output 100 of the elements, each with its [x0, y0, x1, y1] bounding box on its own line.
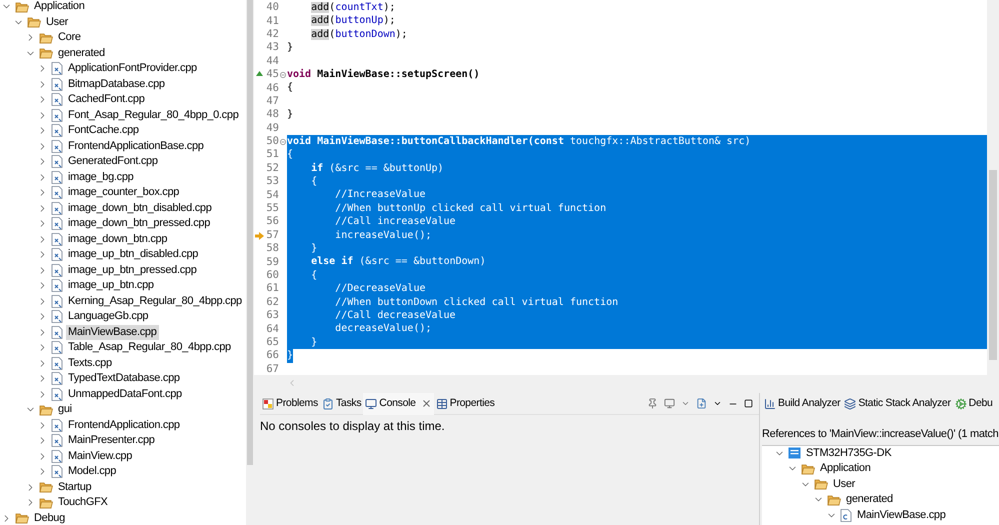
tree-item[interactable]: image_bg.cpp — [66, 170, 136, 185]
tree-item[interactable]: Application — [32, 0, 87, 14]
stack-icon — [844, 398, 856, 410]
line-number: 58 — [266, 242, 279, 256]
tree-item[interactable]: MainPresenter.cpp — [66, 433, 157, 448]
tree-item[interactable]: UnmappedDataFont.cpp — [66, 386, 184, 402]
view-tab[interactable]: Problems — [260, 392, 320, 414]
tree-item[interactable]: MainViewBase.cpp — [66, 324, 159, 340]
source-file-icon — [51, 465, 63, 478]
tree-item[interactable]: generated — [844, 492, 895, 508]
line-number: 44 — [266, 54, 279, 68]
tree-item[interactable]: image_down_btn_disabled.cpp — [66, 200, 214, 216]
display-icon[interactable] — [664, 398, 675, 409]
tree-item[interactable]: User — [44, 14, 70, 30]
line-number: 67 — [266, 362, 279, 375]
tree-item[interactable]: Table_Asap_Regular_80_4bpp.cpp — [66, 340, 233, 356]
tree-item[interactable]: CachedFont.cpp — [66, 92, 147, 108]
tree-item[interactable]: LanguageGb.cpp — [66, 309, 150, 324]
close-icon[interactable] — [420, 398, 432, 409]
code-line: //When buttonUp clicked call virtual function — [334, 202, 606, 216]
source-file-icon — [51, 217, 63, 230]
line-number: 50 — [266, 135, 279, 148]
source-file-icon — [51, 294, 63, 308]
code-line: } — [287, 108, 294, 122]
view-tab[interactable]: Static Stack Analyzer — [842, 393, 953, 415]
source-file-icon — [51, 170, 63, 184]
fold-icon[interactable] — [280, 138, 286, 145]
tree-item[interactable]: Font_Asap_Regular_80_4bpp_0.cpp — [66, 108, 241, 123]
tree-item[interactable]: Texts.cpp — [66, 356, 114, 371]
folder-icon — [39, 47, 53, 60]
pin-icon[interactable] — [647, 398, 658, 409]
view-tab[interactable]: Console — [363, 392, 434, 414]
tree-item[interactable]: Startup — [56, 480, 94, 495]
scrollbar-thumb[interactable] — [247, 0, 253, 465]
source-file-icon — [51, 372, 63, 386]
tree-item[interactable]: image_counter_box.cpp — [66, 185, 182, 200]
tree-item[interactable]: FrontendApplicationBase.cpp — [66, 138, 206, 154]
tree-item[interactable]: STM32H735G-DK — [804, 446, 894, 461]
source-file-icon — [51, 388, 63, 401]
tree-item[interactable]: generated — [56, 46, 107, 61]
source-file-icon — [840, 508, 852, 522]
scrollbar-thumb[interactable] — [989, 170, 997, 360]
tree-item[interactable]: MainView.cpp — [66, 448, 134, 464]
tree-item[interactable]: image_down_btn.cpp — [66, 232, 170, 247]
line-number: 47 — [266, 94, 279, 108]
tree-item[interactable]: image_up_btn_disabled.cpp — [66, 247, 200, 262]
tree-item[interactable]: image_up_btn.cpp — [66, 278, 156, 294]
tree-item[interactable]: GeneratedFont.cpp — [66, 154, 160, 170]
tree-item[interactable]: image_up_btn_pressed.cpp — [66, 262, 199, 278]
code-line: } — [287, 41, 294, 55]
tree-item[interactable]: TypedTextDatabase.cpp — [66, 371, 182, 386]
tree-item[interactable]: User — [831, 476, 858, 492]
code-line: add(countTxt); — [310, 1, 396, 14]
source-file-icon — [51, 341, 63, 354]
view-tab[interactable]: Tasks — [320, 392, 364, 414]
console-message: No consoles to display at this time. — [260, 418, 446, 435]
arrow-icon — [255, 232, 264, 240]
line-number: 46 — [266, 82, 279, 95]
code-line: increaseValue(); — [334, 228, 432, 242]
tree-item[interactable]: gui — [56, 402, 74, 418]
source-file-icon — [51, 155, 63, 168]
tree-item[interactable]: MainViewBase.cpp — [855, 508, 948, 523]
view-tab[interactable]: Build Analyzer — [762, 393, 842, 415]
source-file-icon — [51, 248, 63, 262]
line-number: 43 — [266, 41, 279, 54]
tree-item[interactable]: Debug — [32, 510, 67, 525]
line-number: 54 — [266, 188, 279, 202]
dropdown-icon[interactable] — [713, 399, 722, 408]
code-line: void MainViewBase::setupScreen() — [287, 68, 480, 82]
view-tab[interactable]: Debu — [952, 393, 995, 415]
code-line: { — [287, 148, 294, 162]
tasks-icon — [322, 398, 334, 410]
code-line: //When buttonDown clicked call virtual function — [334, 296, 618, 309]
tree-item[interactable]: image_down_btn_pressed.cpp — [66, 216, 212, 232]
fold-icon[interactable] — [280, 72, 286, 78]
code-line: if (&src == &buttonUp) — [310, 162, 444, 176]
tree-item[interactable]: ApplicationFontProvider.cpp — [66, 61, 199, 76]
tree-item[interactable]: Kerning_Asap_Regular_80_4bpp.cpp — [66, 294, 244, 309]
maximize-icon[interactable] — [744, 399, 753, 408]
tree-item[interactable]: Model.cpp — [66, 464, 118, 480]
tree-item[interactable]: FrontendApplication.cpp — [66, 418, 182, 433]
new-console-icon[interactable] — [696, 398, 707, 409]
code-line: } — [310, 242, 318, 256]
code-line: { — [287, 81, 294, 95]
tree-item[interactable]: BitmapDatabase.cpp — [66, 76, 167, 92]
project-icon — [788, 447, 801, 460]
folder-icon — [801, 462, 815, 475]
tree-item[interactable]: TouchGFX — [56, 495, 110, 510]
tree-item[interactable]: Core — [56, 30, 83, 46]
code-line: } — [310, 336, 318, 350]
line-number: 65 — [266, 336, 279, 349]
override-marker-icon — [256, 71, 263, 76]
view-tab[interactable]: Properties — [434, 392, 497, 414]
source-file-icon — [51, 232, 63, 246]
code-line: //Call increaseValue — [334, 215, 456, 229]
tree-item[interactable]: FontCache.cpp — [66, 123, 141, 138]
source-file-icon — [51, 356, 63, 370]
tree-item[interactable]: Application — [818, 461, 873, 476]
source-file-icon — [51, 450, 63, 463]
line-number: 64 — [266, 322, 279, 336]
